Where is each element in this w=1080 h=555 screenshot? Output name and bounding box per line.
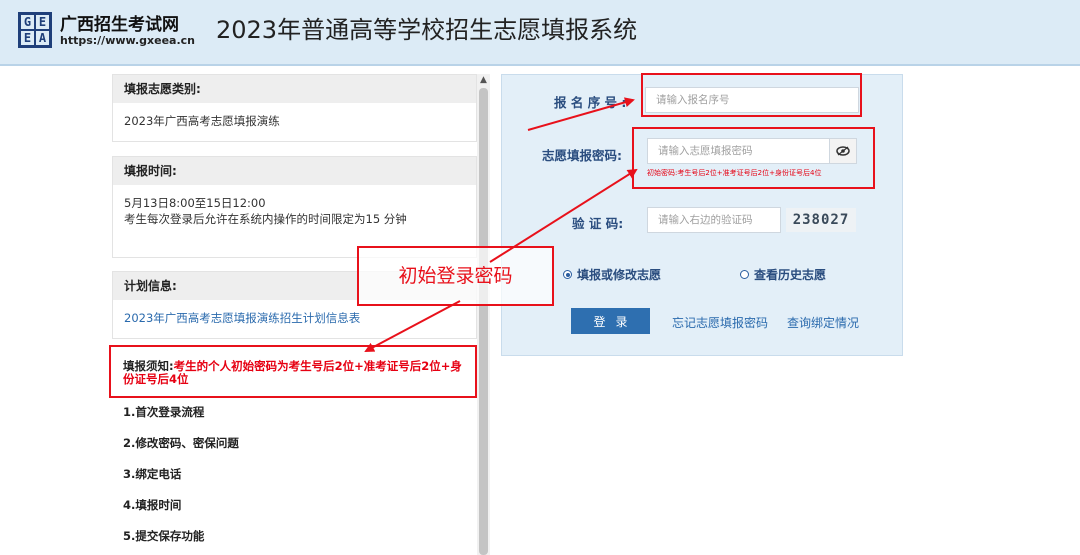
system-title: 2023年普通高等学校招生志愿填报系统 — [216, 16, 638, 44]
reg-number-label: 报 名 序 号 : — [554, 95, 627, 110]
captcha-image[interactable]: 238027 — [786, 208, 856, 232]
time-limit: 考生每次登录后允许在系统内操作的时间限定为15 分钟 — [124, 212, 407, 226]
captcha-input[interactable] — [647, 207, 781, 233]
radio-unchecked-icon — [740, 270, 749, 279]
notice-item-fill-time[interactable]: 4.填报时间 — [123, 497, 239, 528]
annotation-label: 初始登录密码 — [357, 246, 554, 306]
info-panel: 填报志愿类别: 2023年广西高考志愿填报演练 填报时间: 5月13日8:00至… — [112, 74, 490, 555]
category-value: 2023年广西高考志愿填报演练 — [124, 114, 280, 128]
notice-item-change-password[interactable]: 2.修改密码、密保问题 — [123, 435, 239, 466]
site-name[interactable]: 广西招生考试网 — [60, 10, 179, 35]
forgot-password-link[interactable]: 忘记志愿填报密码 — [672, 314, 768, 331]
logo-letter: E — [35, 14, 50, 30]
site-url[interactable]: https://www.gxeea.cn — [60, 34, 195, 47]
captcha-label: 验 证 码: — [572, 216, 624, 231]
time-card: 填报时间: 5月13日8:00至15日12:00 考生每次登录后允许在系统内操作… — [112, 156, 477, 258]
radio-history-label: 查看历史志愿 — [754, 268, 827, 282]
notice-item-bind-phone[interactable]: 3.绑定电话 — [123, 466, 239, 497]
scroll-thumb[interactable] — [479, 88, 488, 555]
header: G E E A 广西招生考试网 https://www.gxeea.cn 202… — [0, 0, 1080, 66]
highlight-password — [632, 127, 875, 189]
password-label: 志愿填报密码: — [542, 148, 622, 163]
highlight-notice — [109, 345, 477, 398]
scrollbar[interactable]: ▲ — [477, 74, 490, 555]
time-range: 5月13日8:00至15日12:00 — [124, 196, 266, 210]
radio-fill-option[interactable]: 填报或修改志愿 — [563, 266, 661, 283]
site-logo[interactable]: G E E A — [18, 12, 52, 48]
notice-list: 1.首次登录流程 2.修改密码、密保问题 3.绑定电话 4.填报时间 5.提交保… — [123, 404, 239, 555]
radio-history-option[interactable]: 查看历史志愿 — [740, 266, 826, 283]
notice-item-first-login[interactable]: 1.首次登录流程 — [123, 404, 239, 435]
logo-letter: A — [35, 30, 50, 46]
highlight-reg-number — [641, 73, 862, 117]
radio-checked-icon — [563, 270, 572, 279]
scroll-up-icon[interactable]: ▲ — [477, 74, 490, 86]
category-title: 填报志愿类别: — [113, 75, 476, 103]
logo-letter: G — [20, 14, 35, 30]
notice-item-submit-save[interactable]: 5.提交保存功能 — [123, 528, 239, 555]
login-button[interactable]: 登录 — [571, 308, 650, 334]
time-body: 5月13日8:00至15日12:00 考生每次登录后允许在系统内操作的时间限定为… — [113, 185, 476, 237]
time-title: 填报时间: — [113, 157, 476, 185]
radio-fill-label: 填报或修改志愿 — [577, 268, 662, 282]
category-card: 填报志愿类别: 2023年广西高考志愿填报演练 — [112, 74, 477, 142]
binding-query-link[interactable]: 查询绑定情况 — [787, 314, 859, 331]
plan-link[interactable]: 2023年广西高考志愿填报演练招生计划信息表 — [124, 311, 360, 325]
logo-letter: E — [20, 30, 35, 46]
